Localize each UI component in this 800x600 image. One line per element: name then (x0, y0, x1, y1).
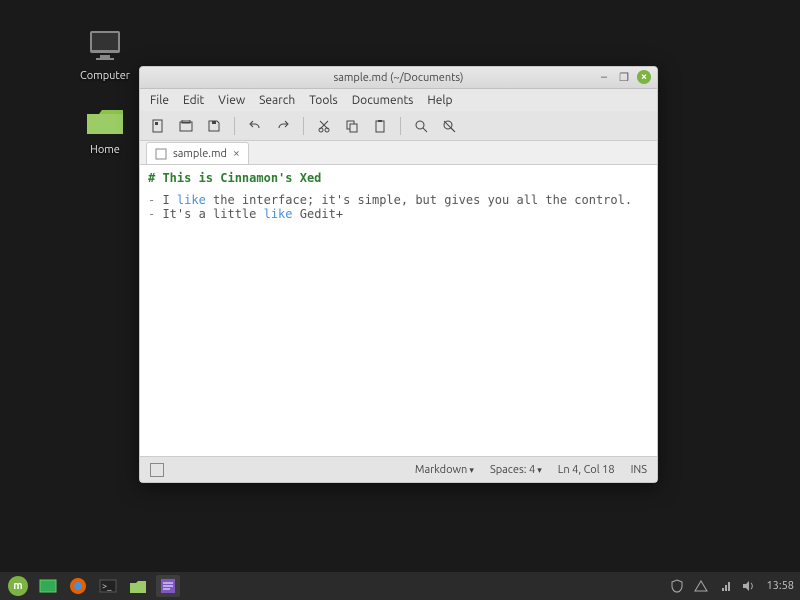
status-insert-mode: INS (631, 464, 647, 476)
toolbar-separator (234, 117, 235, 135)
shield-icon[interactable] (670, 579, 684, 593)
minimize-button[interactable]: ‒ (597, 70, 611, 84)
editor-line: - It's a little like Gedit+ (148, 207, 649, 221)
tabbar: sample.md × (140, 141, 657, 165)
new-file-icon[interactable] (150, 118, 166, 134)
toolbar-separator (303, 117, 304, 135)
desktop-icon-label: Home (70, 144, 140, 156)
desktop-icon-label: Computer (70, 70, 140, 82)
files-icon[interactable] (126, 575, 150, 597)
search-icon[interactable] (413, 118, 429, 134)
desktop-home[interactable]: Home (70, 100, 140, 156)
terminal-icon[interactable]: >_ (96, 575, 120, 597)
status-cursor: Ln 4, Col 18 (558, 464, 615, 476)
sidepanel-toggle-icon[interactable] (150, 463, 164, 477)
warning-icon[interactable] (694, 579, 708, 593)
menu-tools[interactable]: Tools (309, 94, 338, 107)
undo-icon[interactable] (247, 118, 263, 134)
window-title: sample.md (~/Documents) (333, 72, 463, 84)
markdown-doc-icon (155, 148, 167, 160)
editor-area[interactable]: # This is Cinnamon's Xed - I like the in… (140, 165, 657, 456)
cut-icon[interactable] (316, 118, 332, 134)
menu-documents[interactable]: Documents (352, 94, 414, 107)
tab-sample[interactable]: sample.md × (146, 142, 249, 164)
tab-label: sample.md (173, 148, 227, 160)
maximize-button[interactable]: ❐ (617, 70, 631, 84)
show-desktop-icon[interactable] (36, 575, 60, 597)
taskbar: m >_ 13:58 (0, 572, 800, 600)
redo-icon[interactable] (275, 118, 291, 134)
replace-icon[interactable] (441, 118, 457, 134)
xed-icon[interactable] (156, 575, 180, 597)
svg-text:>_: >_ (102, 581, 112, 591)
volume-icon[interactable] (742, 579, 756, 593)
paste-icon[interactable] (372, 118, 388, 134)
toolbar (140, 111, 657, 141)
save-icon[interactable] (206, 118, 222, 134)
tab-close-icon[interactable]: × (233, 147, 240, 160)
menu-edit[interactable]: Edit (183, 94, 204, 107)
titlebar[interactable]: sample.md (~/Documents) ‒ ❐ × (140, 67, 657, 89)
firefox-icon[interactable] (66, 575, 90, 597)
menu-help[interactable]: Help (427, 94, 452, 107)
clock[interactable]: 13:58 (766, 580, 794, 592)
open-folder-icon[interactable] (178, 118, 194, 134)
network-icon[interactable] (718, 579, 732, 593)
editor-line: - I like the interface; it's simple, but… (148, 193, 649, 207)
menu-file[interactable]: File (150, 94, 169, 107)
xed-window: sample.md (~/Documents) ‒ ❐ × File Edit … (139, 66, 658, 483)
computer-icon (83, 26, 127, 66)
close-button[interactable]: × (637, 70, 651, 84)
copy-icon[interactable] (344, 118, 360, 134)
toolbar-separator (400, 117, 401, 135)
status-language[interactable]: Markdown (415, 464, 474, 476)
mint-menu-icon[interactable]: m (6, 575, 30, 597)
menu-search[interactable]: Search (259, 94, 295, 107)
desktop-computer[interactable]: Computer (70, 26, 140, 82)
status-spaces[interactable]: Spaces: 4 (490, 464, 542, 476)
home-folder-icon (83, 100, 127, 140)
menubar: File Edit View Search Tools Documents He… (140, 89, 657, 111)
editor-line-heading: # This is Cinnamon's Xed (148, 171, 649, 185)
menu-view[interactable]: View (218, 94, 245, 107)
statusbar: Markdown Spaces: 4 Ln 4, Col 18 INS (140, 456, 657, 482)
